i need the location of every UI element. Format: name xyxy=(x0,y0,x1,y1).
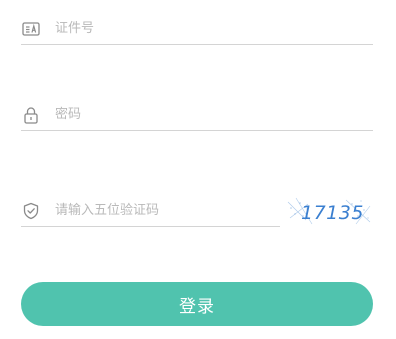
shield-check-icon xyxy=(21,201,41,221)
id-number-input[interactable] xyxy=(55,16,355,40)
password-input[interactable] xyxy=(55,102,355,126)
id-card-icon xyxy=(21,19,41,39)
captcha-image[interactable]: 17135 xyxy=(286,194,372,228)
captcha-field xyxy=(21,194,280,227)
captcha-input[interactable] xyxy=(55,198,270,222)
password-field xyxy=(21,98,373,131)
lock-icon xyxy=(21,105,41,125)
id-number-field xyxy=(21,12,373,45)
captcha-text: 17135 xyxy=(301,202,364,224)
login-button[interactable]: 登录 xyxy=(21,282,373,326)
